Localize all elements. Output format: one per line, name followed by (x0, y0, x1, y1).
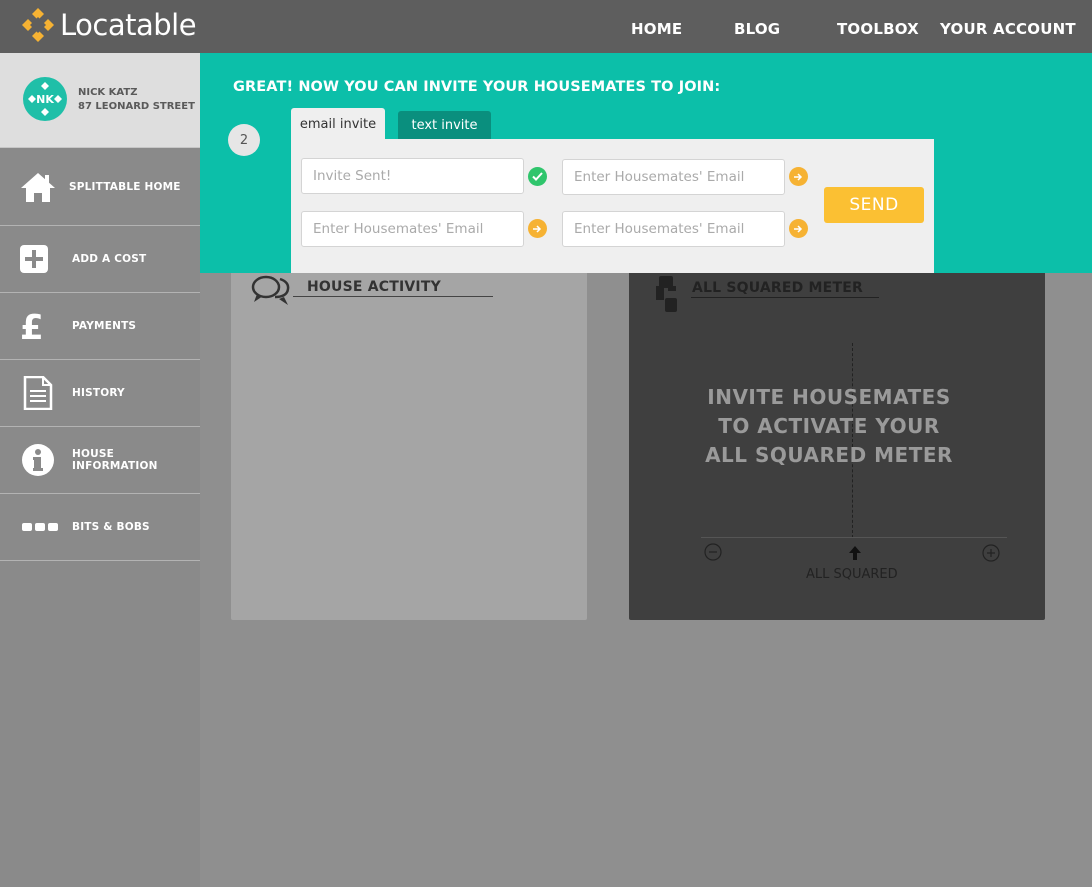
nav-toolbox[interactable]: TOOLBOX (837, 20, 919, 38)
sidebar-item-label: HOUSE INFORMATION (72, 448, 158, 472)
nav-account[interactable]: YOUR ACCOUNT (940, 20, 1076, 38)
nav-home[interactable]: HOME (631, 20, 682, 38)
send-invites-button[interactable]: SEND (824, 187, 924, 223)
avatar: NK (23, 77, 67, 121)
meter-baseline (701, 537, 1007, 538)
sidebar-item-history[interactable]: HISTORY (0, 360, 200, 427)
home-icon (18, 167, 58, 207)
pound-icon: £ (12, 306, 52, 346)
housemate-email-input-3[interactable] (301, 211, 524, 247)
chat-icon (251, 275, 291, 311)
meter-message: INVITE HOUSEMATES TO ACTIVATE YOUR ALL S… (689, 383, 969, 470)
avatar-initials: NK (36, 92, 54, 106)
dots-icon (20, 507, 60, 547)
step-number-badge: 2 (228, 124, 260, 156)
check-icon (528, 167, 547, 186)
profile-address: 87 LEONARD STREET (78, 101, 195, 112)
sidebar-item-payments[interactable]: £ PAYMENTS (0, 293, 200, 360)
main-nav: HOME BLOG TOOLBOX YOUR ACCOUNT (0, 20, 1092, 40)
meter-message-line: TO ACTIVATE YOUR (718, 414, 940, 438)
plus-icon (14, 239, 54, 279)
plus-circle-icon (982, 544, 1000, 566)
top-bar: Locatable HOME BLOG TOOLBOX YOUR ACCOUNT (0, 0, 1092, 53)
sidebar-item-house-information[interactable]: HOUSE INFORMATION (0, 427, 200, 494)
sidebar-item-label: ADD A COST (72, 253, 147, 265)
housemate-email-input-4[interactable] (562, 211, 785, 247)
profile-name: NICK KATZ (78, 87, 138, 98)
meter-message-line: INVITE HOUSEMATES (707, 385, 951, 409)
title-underline (293, 296, 493, 297)
title-underline (691, 297, 879, 298)
house-activity-panel: HOUSE ACTIVITY (231, 258, 587, 620)
profile-text: NICK KATZ 87 LEONARD STREET (78, 86, 195, 114)
info-icon (18, 440, 58, 480)
arrow-right-icon[interactable] (789, 219, 808, 238)
arrow-up-icon (849, 545, 861, 564)
tab-text-invite[interactable]: text invite (398, 111, 491, 139)
arrow-right-icon[interactable] (528, 219, 547, 238)
sidebar: NK NICK KATZ 87 LEONARD STREET SPLITTABL… (0, 53, 200, 887)
meter-center-label: ALL SQUARED (806, 567, 898, 582)
housemate-email-input-2[interactable] (562, 159, 785, 195)
sidebar-item-label: SPLITTABLE HOME (69, 180, 181, 193)
invite-housemates-banner: GREAT! NOW YOU CAN INVITE YOUR HOUSEMATE… (200, 53, 1092, 273)
email-invite-form: SEND (291, 139, 934, 273)
minus-icon (704, 543, 722, 565)
document-icon (18, 373, 58, 413)
sidebar-item-bits-bobs[interactable]: BITS & BOBS (0, 494, 200, 561)
meter-message-line: ALL SQUARED METER (705, 443, 953, 467)
sidebar-item-label: HISTORY (72, 387, 125, 399)
tab-email-invite[interactable]: email invite (291, 108, 385, 140)
sidebar-item-splittable-home[interactable]: SPLITTABLE HOME (0, 148, 200, 226)
meter-icon (655, 276, 681, 316)
user-profile[interactable]: NK NICK KATZ 87 LEONARD STREET (0, 53, 200, 148)
arrow-right-icon[interactable] (789, 167, 808, 186)
nav-blog[interactable]: BLOG (734, 20, 780, 38)
sidebar-item-label: PAYMENTS (72, 320, 137, 332)
all-squared-meter-panel: ALL SQUARED METER INVITE HOUSEMATES TO A… (629, 258, 1045, 620)
housemate-email-input-1[interactable] (301, 158, 524, 194)
sidebar-item-add-cost[interactable]: ADD A COST (0, 226, 200, 293)
meter-title: ALL SQUARED METER (692, 280, 863, 296)
svg-text:£: £ (20, 309, 44, 343)
sidebar-item-label: BITS & BOBS (72, 521, 150, 533)
invite-title: GREAT! NOW YOU CAN INVITE YOUR HOUSEMATE… (233, 79, 721, 95)
house-activity-title: HOUSE ACTIVITY (307, 279, 441, 295)
